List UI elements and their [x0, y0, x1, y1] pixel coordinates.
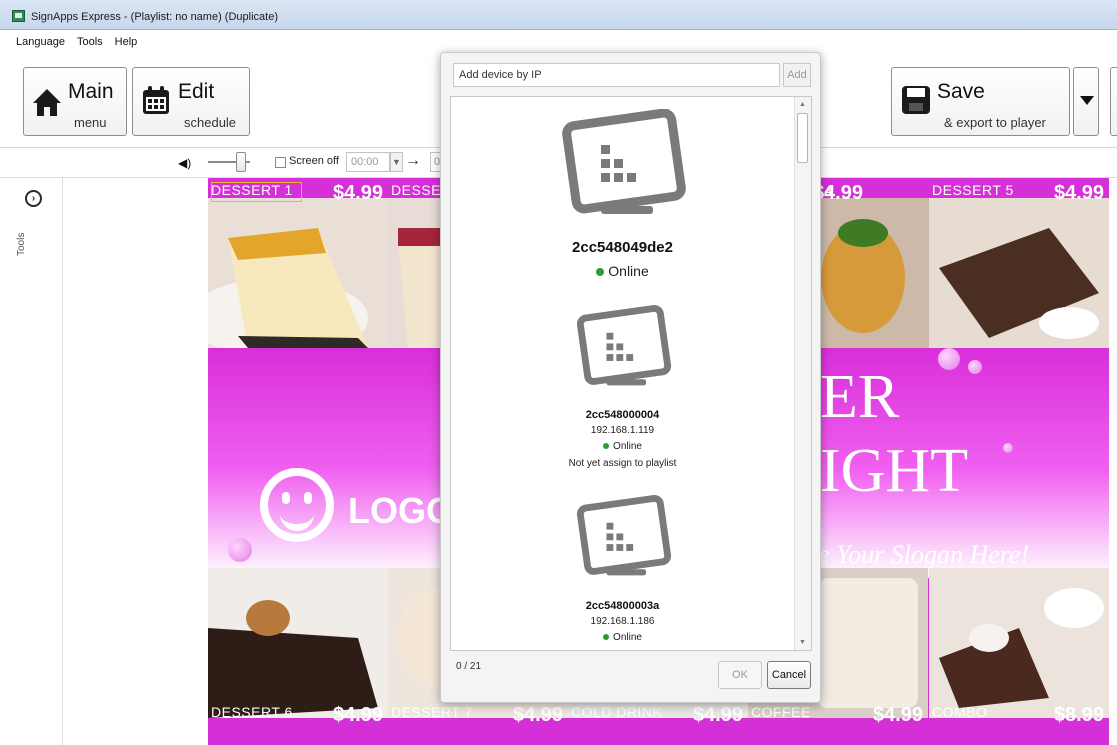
logo-text: LOGO: [348, 490, 454, 531]
menu-language[interactable]: Language: [16, 36, 65, 48]
screen-off-start-time[interactable]: 00:00: [346, 152, 390, 172]
decorative-bubble: [938, 348, 960, 370]
product-tile[interactable]: DESSERT 1 $4.99: [208, 178, 388, 348]
monitor-device-icon: [576, 305, 672, 386]
monitor-device-icon: [576, 495, 672, 576]
product-label: DESSERT 7: [391, 704, 473, 720]
main-menu-big-label: Main: [68, 80, 114, 103]
add-device-button[interactable]: Add: [783, 63, 811, 87]
device-item[interactable]: 2cc548000004 192.168.1.119 Online Not ye…: [451, 292, 794, 477]
edit-schedule-button[interactable]: Edit schedule: [132, 67, 250, 136]
combo-photo: [929, 568, 1109, 718]
edit-small-label: schedule: [184, 115, 237, 130]
ip-address-input[interactable]: Add device by IP: [453, 63, 780, 87]
save-small-label: & export to player: [944, 115, 1046, 130]
speaker-icon: ◀): [178, 156, 192, 170]
chocolate-cake-photo: [929, 198, 1109, 348]
time-dropdown[interactable]: ▼: [390, 152, 403, 172]
product-price: $8.99: [1053, 704, 1104, 726]
menu-bar: Language Tools Help: [0, 31, 1117, 53]
tools-label: Tools: [16, 232, 27, 256]
save-export-button[interactable]: Save & export to player: [891, 67, 1070, 136]
product-tile[interactable]: COMBO $8.99: [929, 568, 1109, 738]
expand-tools-button[interactable]: ›: [25, 190, 42, 207]
window-title: SignApps Express - (Playlist: no name) (…: [31, 11, 278, 23]
product-tile[interactable]: DESSERT 5 $4.99: [929, 178, 1109, 348]
chevron-down-icon: [1080, 96, 1094, 105]
cheesecake-photo: [208, 198, 388, 348]
device-ip: 192.168.1.186: [590, 616, 655, 627]
toolbar-overflow-button[interactable]: [1110, 67, 1117, 136]
product-tile[interactable]: DESSERT 6 $4.99: [208, 568, 388, 738]
product-label: COMBO: [932, 704, 988, 720]
menu-help[interactable]: Help: [115, 36, 138, 48]
decorative-bubble: [1003, 443, 1013, 453]
device-item[interactable]: 2cc54800003a 192.168.1.186 Online: [451, 482, 794, 650]
device-status: Online: [451, 441, 794, 452]
main-menu-small-label: menu: [74, 115, 107, 130]
online-status-icon: [596, 268, 605, 277]
product-price: $4.99: [332, 704, 383, 726]
decorative-bubble: [228, 538, 252, 562]
app-icon: [12, 10, 25, 22]
volume-slider[interactable]: [236, 152, 246, 172]
save-options-dropdown[interactable]: [1073, 67, 1099, 136]
menu-tools[interactable]: Tools: [77, 36, 103, 48]
device-status: Online: [451, 632, 794, 643]
cancel-button[interactable]: Cancel: [767, 661, 811, 689]
scroll-down-icon[interactable]: ▼: [799, 639, 806, 646]
tools-sidepanel: › Tools: [0, 178, 63, 745]
ok-button[interactable]: OK: [718, 661, 762, 689]
home-icon: [33, 89, 61, 116]
add-device-dialog: Add device by IP Add 2cc548049de2 Online…: [440, 52, 821, 703]
selection-frame: [211, 182, 302, 202]
device-list-scrollbar[interactable]: ▲ ▼: [794, 97, 811, 650]
slogan-text: e Your Slogan Here!: [818, 540, 1030, 569]
product-label: COLD DRINK: [571, 704, 663, 720]
product-label: COFFEE: [751, 704, 811, 720]
decorative-bubble: [968, 360, 982, 374]
product-price: $4.99: [512, 704, 563, 726]
product-label: DESSERT 6: [211, 704, 293, 720]
device-status: Online: [451, 263, 794, 279]
selection-count: 0 / 21: [456, 661, 482, 672]
screen-off-label: Screen off: [289, 155, 339, 167]
arrow-right-icon: →: [405, 152, 421, 169]
main-menu-button[interactable]: Main menu: [23, 67, 127, 136]
edit-big-label: Edit: [178, 80, 215, 103]
screen-off-checkbox[interactable]: [275, 157, 286, 168]
title-bar: SignApps Express - (Playlist: no name) (…: [0, 0, 1117, 30]
product-label: DESSERT 5: [932, 182, 1014, 198]
product-label: DESSE: [391, 182, 441, 198]
device-list[interactable]: 2cc548049de2 Online 2cc548000004 192.168…: [450, 96, 812, 651]
floppy-disk-icon: [902, 86, 930, 114]
monitor-device-icon: [562, 109, 686, 214]
online-status-icon: [603, 443, 610, 450]
online-status-icon: [603, 634, 610, 641]
product-price: $4.99: [332, 182, 383, 204]
dessert-6-photo: [208, 568, 388, 718]
device-name: 2cc548000004: [585, 409, 660, 421]
device-item[interactable]: 2cc548049de2 Online: [451, 97, 794, 287]
device-name: 2cc548049de2: [572, 239, 673, 256]
smiley-logo-icon: [260, 468, 334, 542]
device-status-text: Online: [613, 441, 642, 452]
device-ip: 192.168.1.119: [590, 425, 655, 436]
device-name: 2cc54800003a: [585, 600, 660, 612]
device-status-text: Online: [608, 263, 649, 279]
device-status-text: Online: [613, 632, 642, 643]
product-price: $4.99: [692, 704, 743, 726]
headline-line-2: IGHT: [820, 437, 969, 505]
save-big-label: Save: [937, 80, 985, 103]
calendar-icon: [143, 86, 169, 114]
device-note: Not yet assign to playlist: [568, 458, 677, 469]
scrollbar-thumb[interactable]: [797, 113, 808, 163]
product-price: $4.99: [872, 704, 923, 726]
product-price: $4.99: [1053, 182, 1104, 204]
scroll-up-icon[interactable]: ▲: [799, 101, 806, 108]
headline-line-1: ER: [820, 363, 900, 431]
